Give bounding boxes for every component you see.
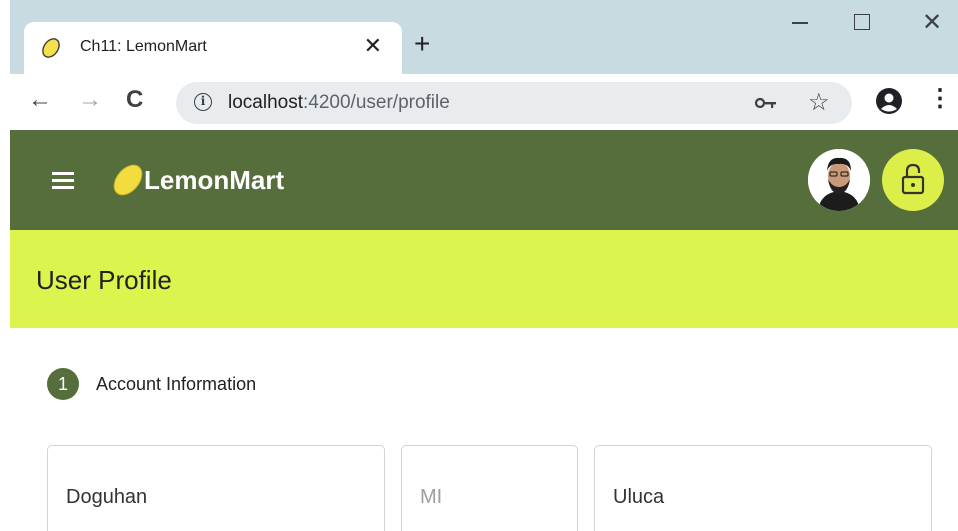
browser-tab[interactable]: Ch11: LemonMart ✕	[24, 22, 402, 74]
middle-initial-input[interactable]	[420, 486, 560, 509]
reload-icon[interactable]: C	[126, 88, 143, 112]
url-host: localhost	[228, 92, 303, 113]
step-label[interactable]: Account Information	[96, 374, 256, 395]
avatar[interactable]	[808, 149, 870, 211]
new-tab-plus-icon[interactable]: +	[414, 30, 430, 58]
last-name-field[interactable]	[594, 445, 932, 531]
close-tab-icon[interactable]: ✕	[364, 33, 382, 59]
brand[interactable]: LemonMart	[110, 162, 284, 198]
url-path: :4200/user/profile	[303, 92, 450, 113]
avatar-image	[808, 149, 870, 211]
page-title-band: User Profile	[10, 230, 958, 328]
middle-initial-field[interactable]	[401, 445, 578, 531]
forward-arrow-icon[interactable]: →	[78, 88, 102, 112]
last-name-input[interactable]	[613, 486, 882, 509]
tab-title: Ch11: LemonMart	[80, 38, 207, 55]
window-close-icon[interactable]: ✕	[922, 8, 942, 37]
app-header: LemonMart	[10, 130, 958, 230]
step-number-badge[interactable]: 1	[47, 368, 79, 400]
hamburger-icon[interactable]	[52, 172, 74, 189]
info-icon[interactable]: i	[194, 93, 212, 111]
browser-toolbar: ← → C i localhost:4200/user/profile ☆ ⋮	[10, 74, 958, 130]
lemon-logo-icon	[113, 164, 143, 196]
key-icon[interactable]	[754, 94, 778, 112]
page-title: User Profile	[36, 265, 172, 295]
address-bar[interactable]: i localhost:4200/user/profile ☆	[176, 82, 852, 124]
unlock-icon	[901, 163, 925, 195]
brand-name: LemonMart	[144, 164, 285, 195]
first-name-input[interactable]	[66, 486, 335, 509]
maximize-icon[interactable]	[854, 14, 870, 30]
back-arrow-icon[interactable]: ←	[28, 88, 52, 112]
logout-button[interactable]	[882, 149, 944, 211]
account-icon[interactable]	[876, 88, 902, 114]
minimize-icon[interactable]	[790, 12, 810, 32]
url-text[interactable]: localhost:4200/user/profile	[228, 92, 450, 114]
browser-tab-strip: Ch11: LemonMart ✕ + ✕	[10, 0, 958, 74]
menu-icon[interactable]: ⋮	[928, 84, 952, 113]
first-name-field[interactable]	[47, 445, 385, 531]
lemon-icon	[42, 38, 60, 58]
star-icon[interactable]: ☆	[808, 88, 830, 117]
